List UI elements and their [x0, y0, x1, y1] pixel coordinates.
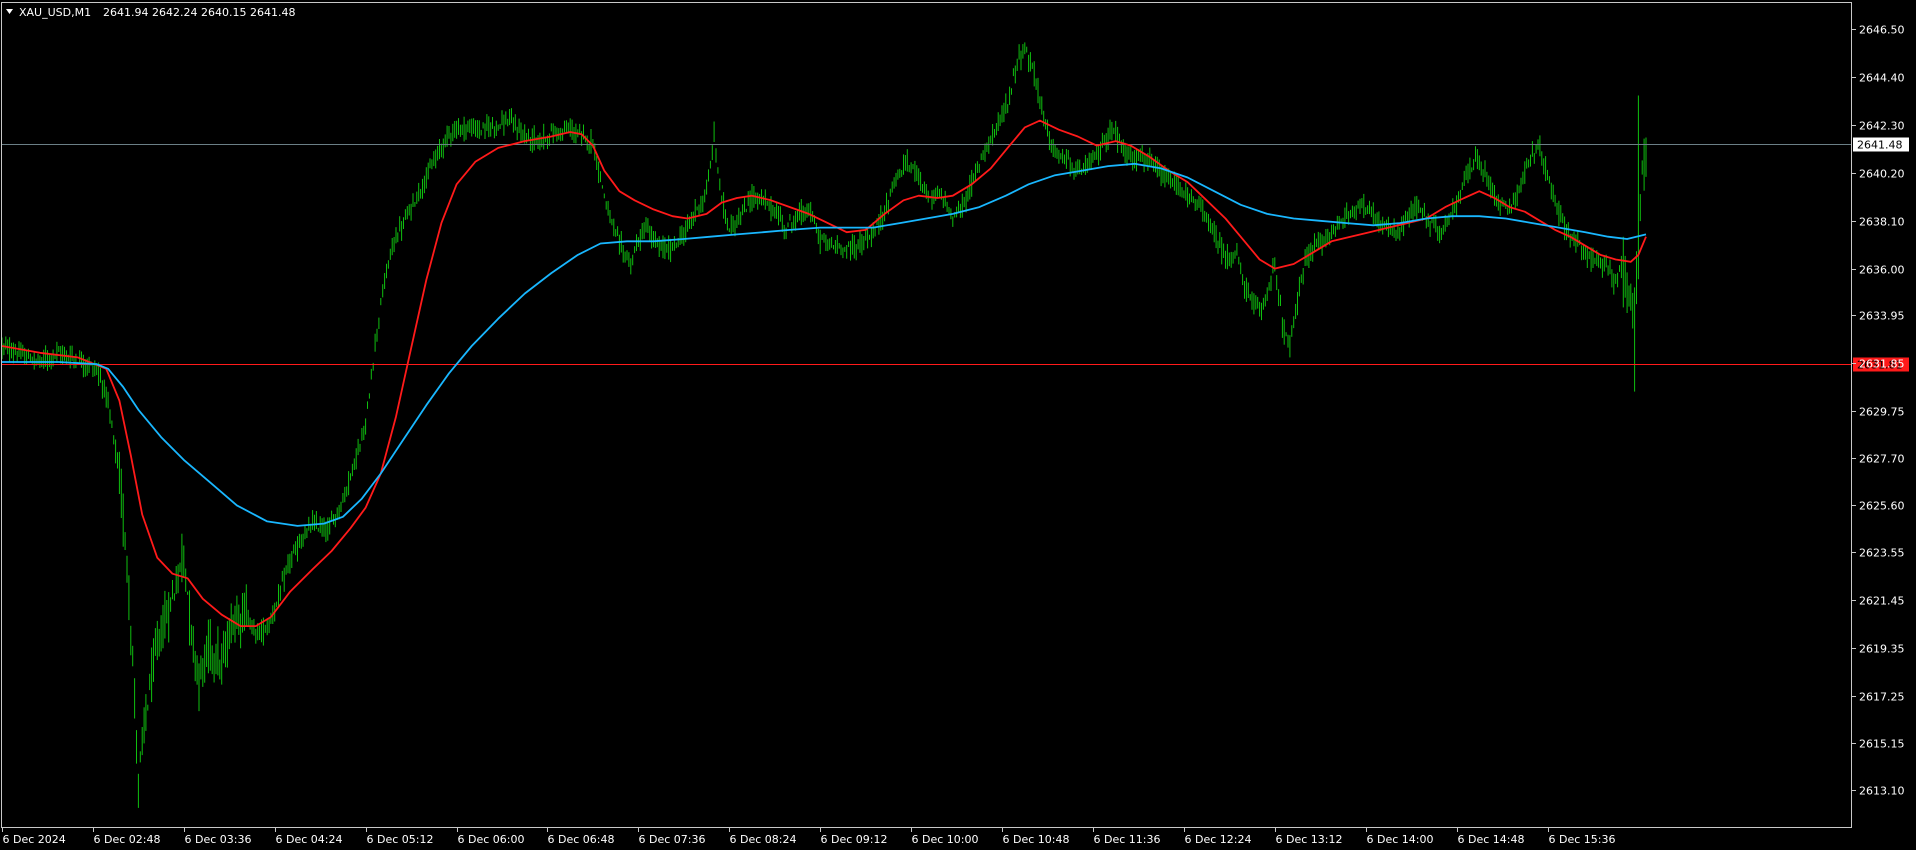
chart-header: XAU_USD,M1 2641.94 2642.24 2640.15 2641.… — [6, 6, 295, 19]
x-axis-tick-label: 6 Dec 12:24 — [1185, 833, 1252, 846]
x-axis-tick-label: 6 Dec 2024 — [3, 833, 66, 846]
x-axis-tick-label: 6 Dec 06:00 — [458, 833, 525, 846]
x-axis-tick-label: 6 Dec 03:36 — [185, 833, 252, 846]
x-axis-tick-label: 6 Dec 02:48 — [94, 833, 161, 846]
y-axis-tick-label: 2642.30 — [1859, 120, 1905, 133]
price-level-label: 2641.48 — [1857, 139, 1903, 152]
x-axis-tick-label: 6 Dec 13:12 — [1276, 833, 1343, 846]
chart-window[interactable]: 2641.48 2631.81 2646.50 2644.40 2642.30 2640… — [0, 0, 1916, 850]
x-axis-tick-label: 6 Dec 05:12 — [367, 833, 434, 846]
price-chart[interactable]: 2641.482631.81 2646.502644.402642.302640… — [0, 0, 1916, 850]
y-axis-tick-label: 2625.60 — [1859, 500, 1905, 513]
y-axis-tick-label: 2640.20 — [1859, 168, 1905, 181]
y-axis-tick-label: 2623.55 — [1859, 547, 1905, 560]
x-axis-tick-label: 6 Dec 08:24 — [730, 833, 797, 846]
y-axis-tick-label: 2619.35 — [1859, 643, 1905, 656]
y-axis-tick-label: 2627.70 — [1859, 453, 1905, 466]
x-axis-tick-label: 6 Dec 14:48 — [1458, 833, 1525, 846]
x-axis-tick-label: 6 Dec 11:36 — [1094, 833, 1161, 846]
y-axis-tick-label: 2629.75 — [1859, 406, 1905, 419]
y-axis-tick-label: 2638.10 — [1859, 216, 1905, 229]
y-axis-tick-label: 2644.40 — [1859, 72, 1905, 85]
chart-background — [0, 0, 1916, 850]
x-axis-tick-label: 6 Dec 10:00 — [912, 833, 979, 846]
y-axis-tick-label: 2613.10 — [1859, 785, 1905, 798]
x-axis-tick-label: 6 Dec 07:36 — [639, 833, 706, 846]
x-axis-tick-label: 6 Dec 14:00 — [1367, 833, 1434, 846]
y-axis-tick-label: 2615.15 — [1859, 738, 1905, 751]
x-axis-tick-label: 6 Dec 06:48 — [548, 833, 615, 846]
x-axis-tick-label: 6 Dec 04:24 — [276, 833, 343, 846]
symbol-label: XAU_USD,M1 — [19, 6, 91, 19]
x-axis-tick-label: 6 Dec 10:48 — [1003, 833, 1070, 846]
x-axis-tick-label: 6 Dec 09:12 — [821, 833, 888, 846]
y-axis-tick-label: 2617.25 — [1859, 691, 1905, 704]
y-axis-tick-label: 2631.85 — [1859, 358, 1905, 371]
y-axis-tick-label: 2636.00 — [1859, 264, 1905, 277]
y-axis-tick-label: 2633.95 — [1859, 310, 1905, 323]
ohlc-readout: 2641.94 2642.24 2640.15 2641.48 — [103, 6, 295, 19]
x-axis-tick-label: 6 Dec 15:36 — [1549, 833, 1616, 846]
y-axis-tick-label: 2621.45 — [1859, 595, 1905, 608]
y-axis-tick-label: 2646.50 — [1859, 24, 1905, 37]
